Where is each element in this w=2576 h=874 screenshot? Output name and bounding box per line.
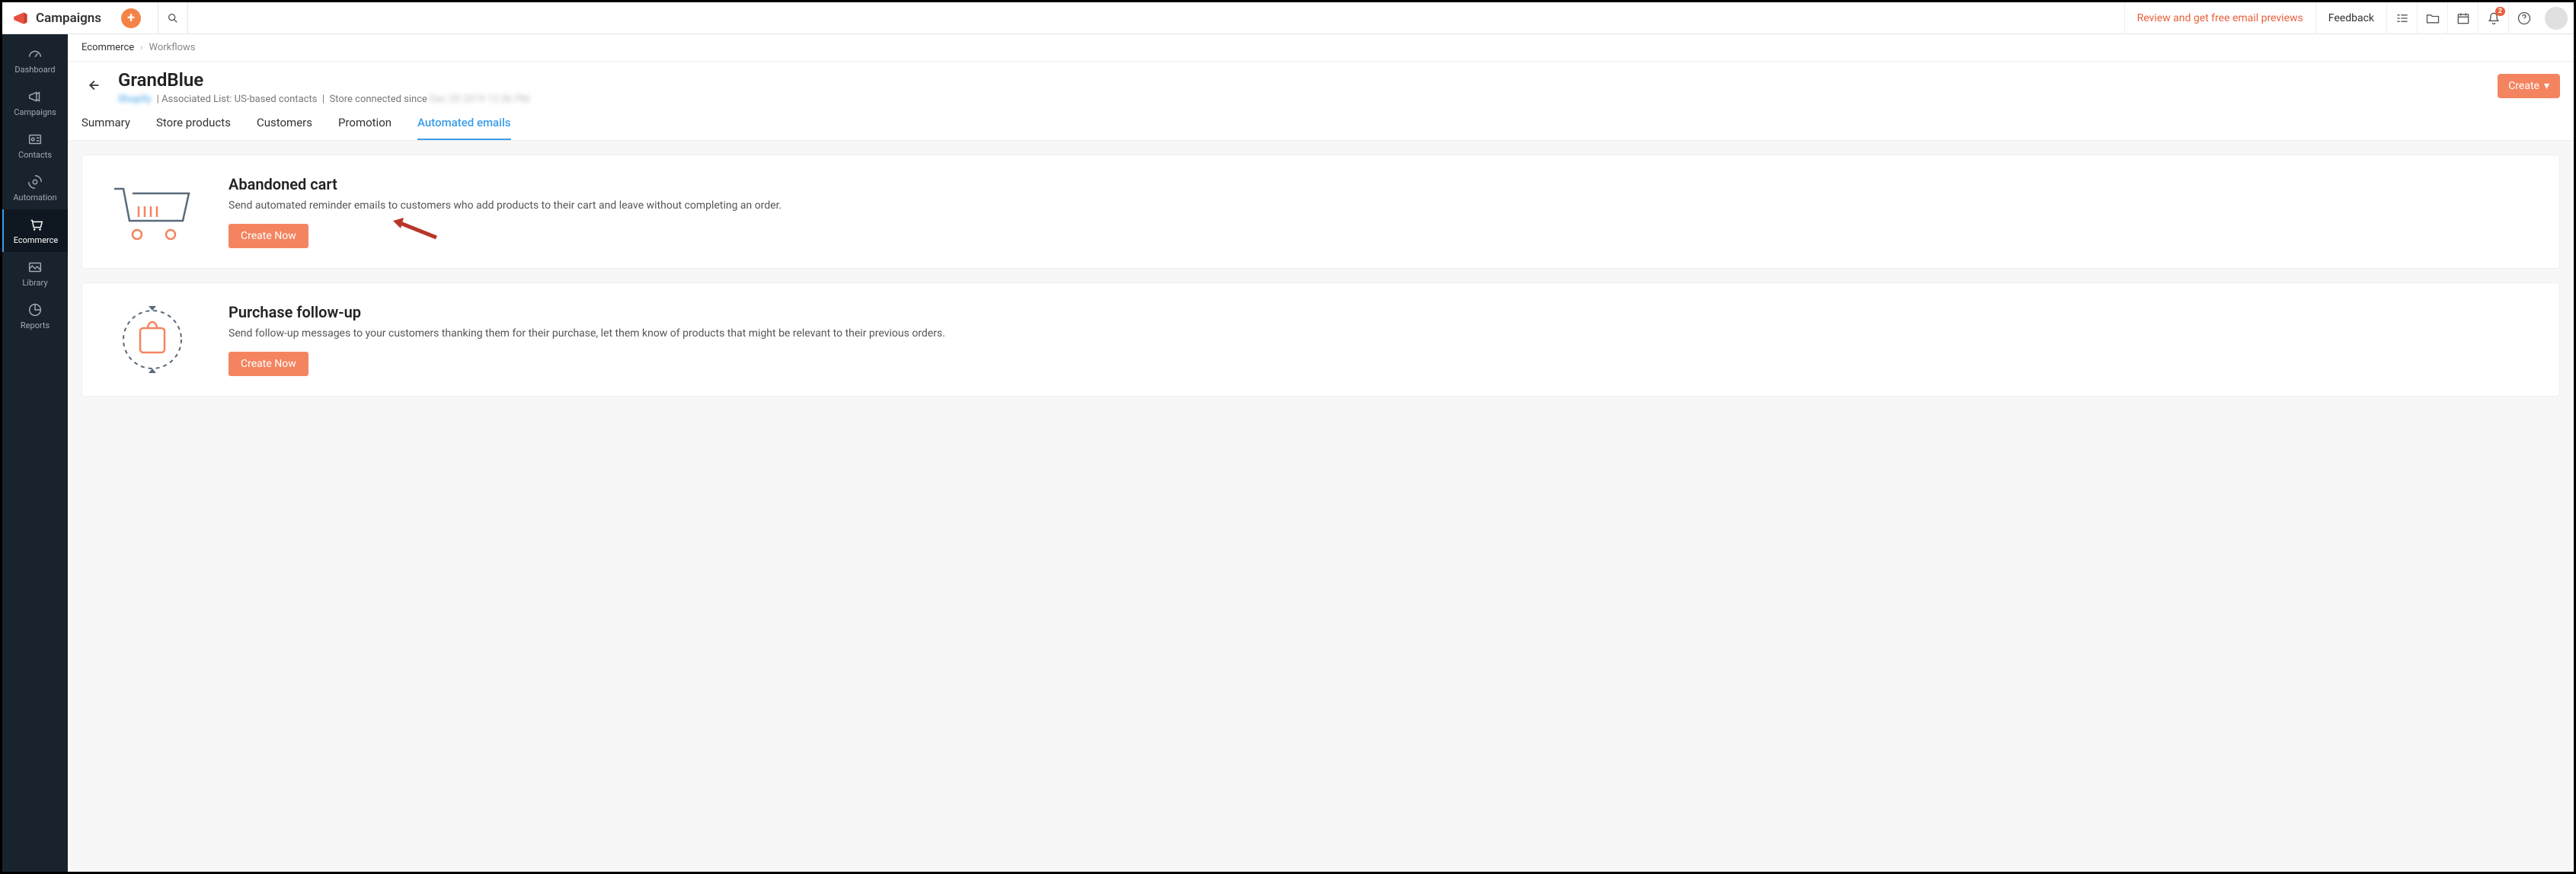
cart-icon (27, 216, 44, 233)
store-platform: Shopify (118, 94, 151, 105)
create-now-button[interactable]: Create Now (229, 352, 308, 376)
app-name: Campaigns (36, 11, 101, 26)
sidebar-item-label: Contacts (18, 150, 52, 160)
sidebar-item-campaigns[interactable]: Campaigns (2, 81, 68, 124)
search-button[interactable] (158, 2, 188, 34)
workflow-card-abandoned-cart: Abandoned cart Send automated reminder e… (81, 155, 2560, 269)
create-button[interactable]: Create ▾ (2498, 74, 2560, 98)
create-now-button[interactable]: Create Now (229, 224, 308, 248)
feedback-link[interactable]: Feedback (2316, 2, 2386, 33)
megaphone-icon (27, 88, 43, 105)
app-logo[interactable]: Campaigns (11, 8, 101, 28)
store-title: GrandBlue (118, 69, 2498, 91)
breadcrumb-root[interactable]: Ecommerce (81, 42, 134, 53)
sidebar-item-library[interactable]: Library (2, 252, 68, 295)
avatar[interactable] (2545, 7, 2568, 30)
sidebar-item-contacts[interactable]: Contacts (2, 124, 68, 167)
card-description: Send follow-up messages to your customer… (229, 327, 2535, 340)
list-icon-button[interactable] (2386, 2, 2417, 33)
breadcrumb: Ecommerce › Workflows (68, 34, 2574, 62)
arrow-left-icon (85, 77, 101, 94)
folder-icon-button[interactable] (2417, 2, 2447, 33)
purchase-followup-illustration (107, 305, 198, 374)
tab-promotion[interactable]: Promotion (338, 116, 392, 140)
chevron-down-icon: ▾ (2544, 80, 2549, 92)
gauge-icon (27, 46, 43, 62)
content-area: Ecommerce › Workflows GrandBlue Shopify … (68, 34, 2574, 872)
automation-icon (27, 174, 43, 190)
sidebar-item-label: Ecommerce (14, 235, 59, 245)
add-button[interactable]: + (121, 8, 141, 28)
connected-since-label: Store connected since (330, 94, 427, 105)
megaphone-icon (11, 8, 31, 28)
associated-list-value: US-based contacts (235, 94, 318, 105)
tab-customers[interactable]: Customers (257, 116, 312, 140)
breadcrumb-current: Workflows (149, 42, 195, 53)
abandoned-cart-illustration (107, 177, 198, 246)
sidebar-item-label: Reports (21, 321, 50, 330)
sidebar-item-ecommerce[interactable]: Ecommerce (2, 209, 68, 252)
card-title: Abandoned cart (229, 175, 2535, 193)
sidebar-item-automation[interactable]: Automation (2, 167, 68, 209)
help-icon (2517, 11, 2532, 26)
help-button[interactable] (2508, 2, 2539, 33)
sidebar-item-label: Automation (13, 193, 56, 203)
associated-list-label: Associated List: (161, 94, 232, 105)
contacts-icon (27, 131, 43, 148)
notifications-button[interactable]: 2 (2478, 2, 2508, 33)
sidebar-item-label: Dashboard (14, 65, 55, 75)
tab-summary[interactable]: Summary (81, 116, 130, 140)
calendar-icon (2456, 11, 2471, 26)
card-title: Purchase follow-up (229, 303, 2535, 321)
sidebar-item-reports[interactable]: Reports (2, 295, 68, 337)
promo-link[interactable]: Review and get free email previews (2124, 2, 2316, 33)
topbar: Campaigns + Review and get free email pr… (2, 2, 2574, 34)
connected-since-value: Dec 20 2019 12:36 PM (430, 94, 529, 105)
reports-icon (27, 301, 43, 318)
store-subtitle: Shopify | Associated List: US-based cont… (118, 94, 2498, 105)
search-icon (167, 12, 179, 24)
notification-badge: 2 (2495, 7, 2505, 16)
pointer-arrow-icon (387, 215, 440, 245)
list-icon (2395, 11, 2410, 26)
library-icon (27, 259, 43, 276)
tab-store-products[interactable]: Store products (156, 116, 231, 140)
calendar-icon-button[interactable] (2447, 2, 2478, 33)
chevron-right-icon: › (140, 43, 142, 53)
sidebar-item-dashboard[interactable]: Dashboard (2, 39, 68, 81)
tab-automated-emails[interactable]: Automated emails (417, 116, 510, 140)
sidebar-item-label: Library (22, 278, 47, 288)
page-header: GrandBlue Shopify | Associated List: US-… (68, 62, 2574, 105)
folder-icon (2425, 11, 2440, 26)
sidebar: Dashboard Campaigns Contacts Automation … (2, 34, 68, 872)
tabs: Summary Store products Customers Promoti… (68, 105, 2574, 141)
create-button-label: Create (2508, 80, 2539, 92)
back-button[interactable] (81, 74, 104, 97)
card-description: Send automated reminder emails to custom… (229, 199, 2535, 212)
workflow-card-purchase-followup: Purchase follow-up Send follow-up messag… (81, 282, 2560, 397)
sidebar-item-label: Campaigns (14, 107, 56, 117)
